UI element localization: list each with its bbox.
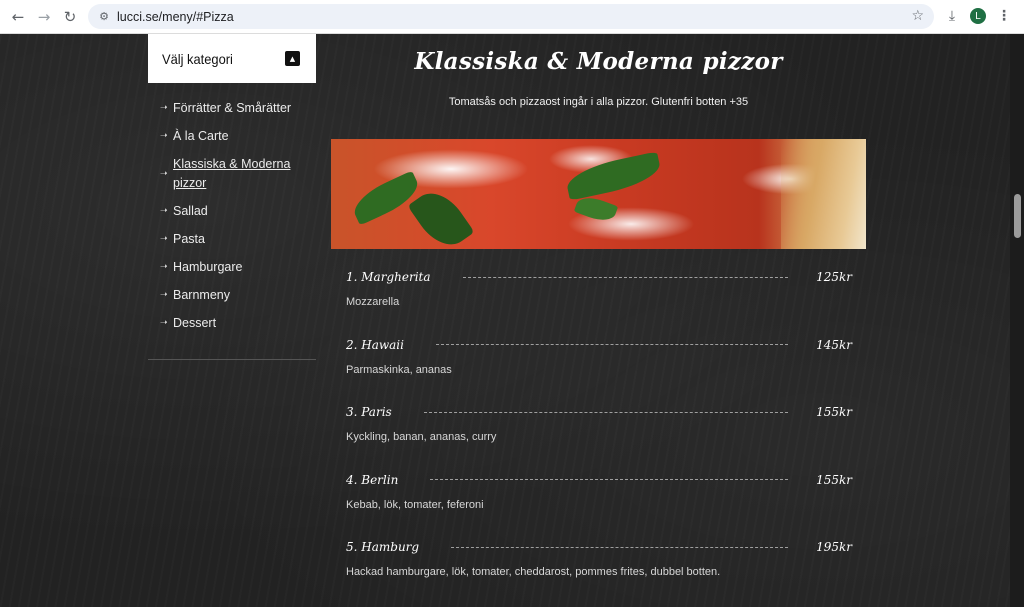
item-name: 5. Hamburg [346, 540, 420, 554]
item-name: 2. Hawaii [346, 337, 404, 352]
item-name: 4. Berlin [346, 472, 399, 487]
item-price: 155kr [816, 405, 852, 419]
item-price: 155kr [816, 472, 852, 487]
item-description: Hackad hamburgare, lök, tomater, cheddar… [346, 566, 721, 578]
category-item[interactable]: ➝ Barnmeny [160, 286, 320, 305]
address-bar[interactable]: ⚙ lucci.se/meny/#Pizza ☆ [88, 4, 934, 29]
arrow-right-icon: ➝ [160, 206, 168, 216]
category-item[interactable]: ➝ À la Carte [160, 127, 320, 146]
avatar[interactable]: L [970, 8, 986, 24]
download-icon[interactable]: ⤓ [942, 5, 962, 27]
category-label[interactable]: À la Carte [173, 127, 229, 146]
url-text[interactable]: lucci.se/meny/#Pizza [117, 10, 234, 24]
item-description: Mozzarella [346, 296, 400, 308]
star-icon[interactable]: ☆ [911, 8, 924, 24]
category-item[interactable]: ➝ Sallad [160, 202, 320, 221]
menu-list: 1. Margherita 125kr Mozzarella 2. Hawaii… [346, 266, 852, 604]
item-price: 195kr [816, 540, 852, 554]
item-price: 125kr [816, 270, 852, 284]
category-label[interactable]: Barnmeny [173, 286, 230, 305]
item-description: Kyckling, banan, ananas, curry [346, 431, 497, 443]
dotted-leader [423, 411, 789, 413]
category-label[interactable]: Klassiska & Moderna pizzor [173, 155, 303, 193]
basil-leaf [348, 170, 424, 226]
arrow-right-icon: ➝ [160, 262, 168, 272]
dotted-leader [451, 546, 789, 548]
sidebar-divider [148, 359, 316, 360]
item-name: 1. Margherita [346, 270, 431, 284]
category-label[interactable]: Pasta [173, 230, 205, 249]
basil-leaf [407, 182, 475, 249]
menu-item: 5. Hamburg 195kr Hackad hamburgare, lök,… [346, 536, 852, 604]
category-label[interactable]: Förrätter & Smårätter [173, 99, 291, 118]
menu-item: 4. Berlin 155kr Kebab, lök, tomater, fef… [346, 469, 852, 537]
category-label[interactable]: Hamburgare [173, 258, 242, 277]
menu-item: 2. Hawaii 145kr Parmaskinka, ananas [346, 334, 852, 402]
dotted-leader [462, 276, 789, 278]
arrow-right-icon: ➝ [160, 131, 168, 141]
arrow-right-icon: ➝ [160, 103, 168, 113]
category-item[interactable]: ➝ Pasta [160, 230, 320, 249]
category-item[interactable]: ➝ Dessert [160, 314, 320, 333]
menu-item: 3. Paris 155kr Kyckling, banan, ananas, … [346, 401, 852, 469]
category-item-active[interactable]: ➝ Klassiska & Moderna pizzor [160, 155, 320, 193]
more-vert-icon[interactable]: ⋮ [994, 5, 1014, 27]
dotted-leader [435, 344, 789, 345]
browser-toolbar: ← → ↻ ⚙ lucci.se/meny/#Pizza ☆ ⤓ L ⋮ [0, 0, 1024, 34]
page-content: Välj kategori ▲ ➝ Förrätter & Smårätter … [0, 34, 1024, 607]
dotted-leader [430, 479, 789, 480]
category-item[interactable]: ➝ Hamburgare [160, 258, 320, 277]
back-arrow-icon[interactable]: ← [5, 4, 31, 30]
arrow-right-icon: ➝ [160, 168, 168, 179]
arrow-right-icon: ➝ [160, 290, 168, 300]
scrollbar[interactable] [1010, 34, 1024, 607]
category-title: Välj kategori [162, 50, 233, 67]
basil-leaf [563, 151, 664, 201]
category-label[interactable]: Sallad [173, 202, 208, 221]
pizza-crust [781, 139, 866, 249]
scrollbar-thumb[interactable] [1014, 194, 1021, 238]
caret-up-icon[interactable]: ▲ [285, 51, 300, 66]
item-description: Kebab, lök, tomater, feferoni [346, 498, 484, 511]
category-list: ➝ Förrätter & Smårätter ➝ À la Carte ➝ K… [160, 99, 320, 342]
item-description: Parmaskinka, ananas [346, 363, 452, 376]
category-label[interactable]: Dessert [173, 314, 216, 333]
page-subtitle: Tomatsås och pizzaost ingår i alla pizzo… [448, 96, 749, 108]
menu-item: 1. Margherita 125kr Mozzarella [346, 266, 852, 334]
category-item[interactable]: ➝ Förrätter & Smårätter [160, 99, 320, 118]
page-title: Klassiska & Moderna pizzor [414, 48, 783, 75]
category-selector[interactable]: Välj kategori ▲ [148, 34, 316, 83]
item-price: 145kr [816, 337, 852, 352]
site-settings-icon[interactable]: ⚙ [97, 10, 111, 24]
pizza-hero-image [331, 139, 866, 249]
reload-icon[interactable]: ↻ [57, 4, 83, 30]
arrow-right-icon: ➝ [160, 318, 168, 328]
arrow-right-icon: ➝ [160, 234, 168, 244]
item-name: 3. Paris [346, 405, 392, 419]
forward-arrow-icon[interactable]: → [31, 4, 57, 30]
